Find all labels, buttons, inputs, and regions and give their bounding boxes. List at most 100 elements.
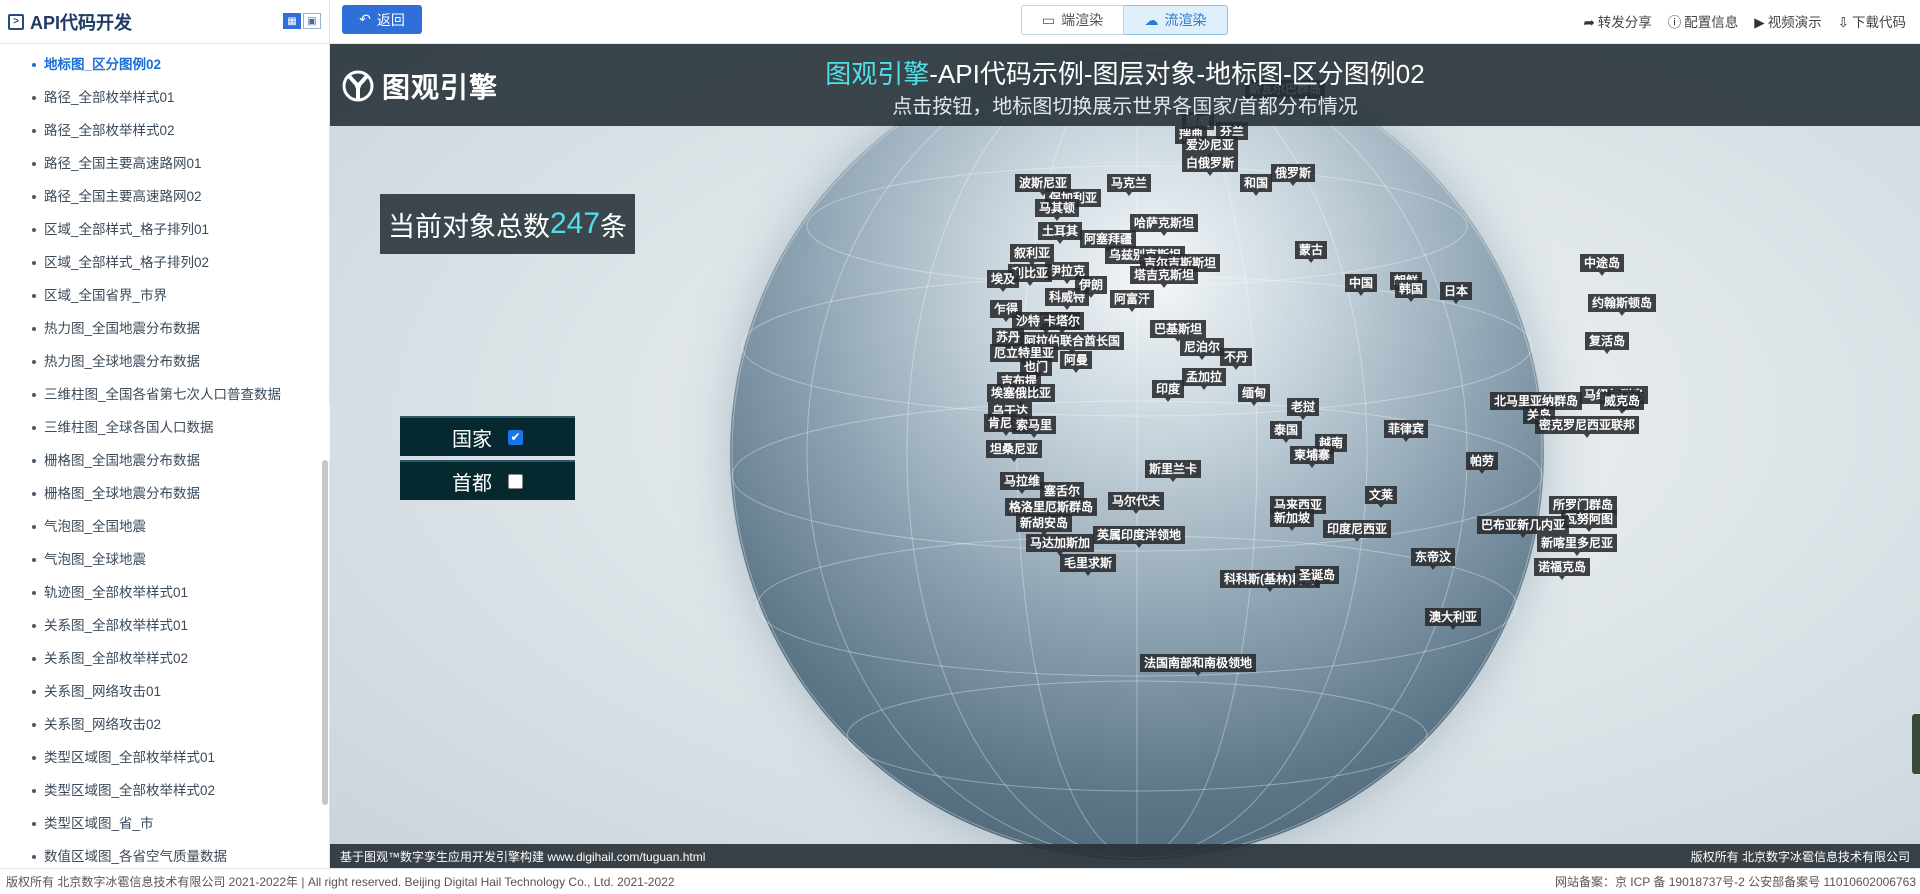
sidebar-menu-item[interactable]: 气泡图_全球地震	[0, 543, 329, 576]
sidebar-menu-item[interactable]: 栅格图_全球地震分布数据	[0, 477, 329, 510]
country-marker-label[interactable]: 韩国	[1395, 280, 1428, 302]
country-marker-label[interactable]: 中途岛	[1580, 254, 1625, 276]
back-button[interactable]: ↶ 返回	[342, 5, 422, 34]
country-marker-label[interactable]: 巴布亚新几内亚	[1477, 516, 1570, 538]
sidebar-menu-item[interactable]: 区域_全部样式_格子排列02	[0, 246, 329, 279]
sidebar-menu-item[interactable]: 热力图_全球地震分布数据	[0, 345, 329, 378]
country-marker-label[interactable]: 孟加拉	[1182, 368, 1227, 390]
capital-checkbox[interactable]	[508, 473, 523, 489]
country-marker-label[interactable]: 瓦努阿图	[1561, 510, 1618, 532]
sidebar-menu-item[interactable]: 三维柱图_全球各国人口数据	[0, 411, 329, 444]
country-marker-label[interactable]: 叙利亚	[1010, 244, 1055, 266]
country-marker-label[interactable]: 和国	[1240, 174, 1273, 196]
video-button[interactable]: ▶ 视频演示	[1754, 11, 1821, 31]
grid-view-icon[interactable]: ▦	[283, 13, 301, 29]
country-marker-label[interactable]: 密克罗尼西亚联邦	[1535, 416, 1640, 438]
sidebar-menu-item[interactable]: 栅格图_全国地震分布数据	[0, 444, 329, 477]
sidebar-menu-item[interactable]: 区域_全国省界_市界	[0, 279, 329, 312]
sidebar-menu-item[interactable]: 气泡图_全国地震	[0, 510, 329, 543]
country-marker-label[interactable]: 阿富汗	[1110, 290, 1155, 312]
country-marker-label[interactable]: 法国南部和南极领地	[1140, 654, 1257, 676]
country-marker-label[interactable]: 斯里兰卡	[1145, 460, 1202, 482]
country-marker-label[interactable]: 帕劳	[1466, 452, 1499, 474]
country-marker-label[interactable]: 哈萨克斯坦	[1130, 214, 1199, 236]
config-button[interactable]: ⓘ 配置信息	[1668, 11, 1739, 31]
country-marker-label[interactable]: 复活岛	[1585, 332, 1630, 354]
sidebar-menu-item[interactable]: 地标图_区分图例02	[0, 48, 329, 81]
country-marker-label[interactable]: 日本	[1440, 282, 1473, 304]
sidebar-menu-item[interactable]: 关系图_全部枚举样式01	[0, 609, 329, 642]
image-view-icon[interactable]: ▣	[303, 13, 321, 29]
sidebar-menu-item[interactable]: 轨迹图_全部枚举样式01	[0, 576, 329, 609]
country-marker-label[interactable]: 埃及	[987, 270, 1020, 292]
country-marker-label[interactable]: 缅甸	[1238, 384, 1271, 406]
country-marker-label[interactable]: 圣诞岛	[1295, 566, 1340, 588]
country-marker-label[interactable]: 新喀里多尼亚	[1537, 534, 1618, 556]
client-render-button[interactable]: ▭ 端渲染	[1021, 5, 1124, 35]
country-marker-label[interactable]: 文莱	[1365, 486, 1398, 508]
country-marker-label[interactable]: 新加坡	[1270, 509, 1315, 531]
country-marker-label[interactable]: 约翰斯顿岛	[1588, 294, 1657, 316]
country-marker-label[interactable]: 马达加斯加	[1026, 534, 1095, 556]
sidebar-menu-item-label: 轨迹图_全部枚举样式01	[44, 585, 189, 600]
country-marker-label[interactable]: 马克兰	[1107, 174, 1152, 196]
country-marker-label[interactable]: 土耳其	[1038, 222, 1083, 244]
sidebar-menu-item[interactable]: 关系图_网络攻击01	[0, 675, 329, 708]
country-marker-label[interactable]: 泰国	[1270, 421, 1303, 443]
country-marker-label[interactable]: 英属印度洋领地	[1093, 526, 1186, 548]
sidebar-scrollbar[interactable]	[322, 460, 328, 805]
country-checkbox[interactable]: ✔	[508, 429, 523, 445]
sidebar-menu-item[interactable]: 路径_全国主要高速路网01	[0, 147, 329, 180]
country-marker-label[interactable]: 菲律宾	[1384, 420, 1429, 442]
country-marker-label[interactable]: 白俄罗斯	[1182, 154, 1239, 176]
sidebar-menu-item[interactable]: 关系图_全部枚举样式02	[0, 642, 329, 675]
country-layer-toggle[interactable]: 国家 ✔	[400, 416, 575, 456]
sidebar-menu-item[interactable]: 热力图_全国地震分布数据	[0, 312, 329, 345]
country-marker-label[interactable]: 诺福克岛	[1534, 558, 1591, 580]
country-marker-label[interactable]: 澳大利亚	[1425, 608, 1482, 630]
country-marker-label[interactable]: 威克岛	[1600, 392, 1645, 414]
scene-viewport[interactable]: 斯瓦尔巴群岛挪威瑞典芬兰爱沙尼亚白俄罗斯和国俄罗斯波斯尼亚保加利亚马其顿马克兰土…	[330, 44, 1920, 868]
sidebar-menu-item[interactable]: 类型区域图_省_市	[0, 807, 329, 840]
scene-title: 图观引擎-API代码示例-图层对象-地标图-区分图例02	[330, 54, 1920, 91]
country-marker-label[interactable]: 塔吉克斯坦	[1130, 266, 1199, 288]
country-marker-label[interactable]: 爱沙尼亚	[1182, 136, 1239, 158]
sidebar-menu-item[interactable]: 区域_全部样式_格子排列01	[0, 213, 329, 246]
country-marker-label[interactable]: 印度尼西亚	[1323, 520, 1392, 542]
country-marker-label[interactable]: 马尔代夫	[1108, 492, 1165, 514]
sidebar-menu-item[interactable]: 三维柱图_全国各省第七次人口普查数据	[0, 378, 329, 411]
sidebar-menu-item[interactable]: 类型区域图_全部枚举样式01	[0, 741, 329, 774]
country-marker-label[interactable]: 埃塞俄比亚	[987, 384, 1056, 406]
country-marker-label[interactable]: 索马里	[1012, 416, 1057, 438]
stream-render-button[interactable]: ☁ 流渲染	[1124, 5, 1228, 35]
country-marker-label[interactable]: 伊朗	[1075, 276, 1108, 298]
country-marker-label[interactable]: 毛里求斯	[1060, 554, 1117, 576]
country-marker-label[interactable]: 马其顿	[1035, 199, 1080, 221]
country-marker-label[interactable]: 阿曼	[1060, 351, 1093, 373]
country-marker-label[interactable]: 蒙古	[1295, 241, 1328, 263]
country-marker-label[interactable]: 尼泊尔	[1180, 338, 1225, 360]
sidebar-menu-item[interactable]: 路径_全国主要高速路网02	[0, 180, 329, 213]
sidebar-menu-item[interactable]: 关系图_网络攻击02	[0, 708, 329, 741]
code-icon: >	[8, 13, 24, 30]
country-marker-label[interactable]: 巴基斯坦	[1150, 320, 1207, 342]
country-marker-label[interactable]: 新胡安岛	[1016, 514, 1073, 536]
country-marker-label[interactable]: 柬埔寨	[1290, 446, 1335, 468]
country-marker-label[interactable]: 老挝	[1287, 398, 1320, 420]
country-marker-label[interactable]: 马拉维	[1000, 472, 1045, 494]
download-button[interactable]: ⇩ 下载代码	[1838, 11, 1906, 31]
country-marker-label[interactable]: 俄罗斯	[1271, 164, 1316, 186]
side-handle[interactable]	[1912, 714, 1920, 774]
share-button[interactable]: ➦ 转发分享	[1583, 11, 1651, 31]
country-marker-label[interactable]: 卡塔尔	[1040, 312, 1085, 334]
client-render-label: 端渲染	[1061, 12, 1104, 28]
country-marker-label[interactable]: 印度	[1152, 380, 1185, 402]
sidebar-menu-item[interactable]: 类型区域图_全部枚举样式02	[0, 774, 329, 807]
country-marker-label[interactable]: 中国	[1345, 274, 1378, 296]
capital-layer-toggle[interactable]: 首都	[400, 460, 575, 500]
country-marker-label[interactable]: 不丹	[1220, 348, 1253, 370]
sidebar-menu-item[interactable]: 路径_全部枚举样式02	[0, 114, 329, 147]
country-marker-label[interactable]: 东帝汶	[1411, 548, 1456, 570]
sidebar-menu-item[interactable]: 路径_全部枚举样式01	[0, 81, 329, 114]
country-marker-label[interactable]: 坦桑尼亚	[986, 440, 1043, 462]
